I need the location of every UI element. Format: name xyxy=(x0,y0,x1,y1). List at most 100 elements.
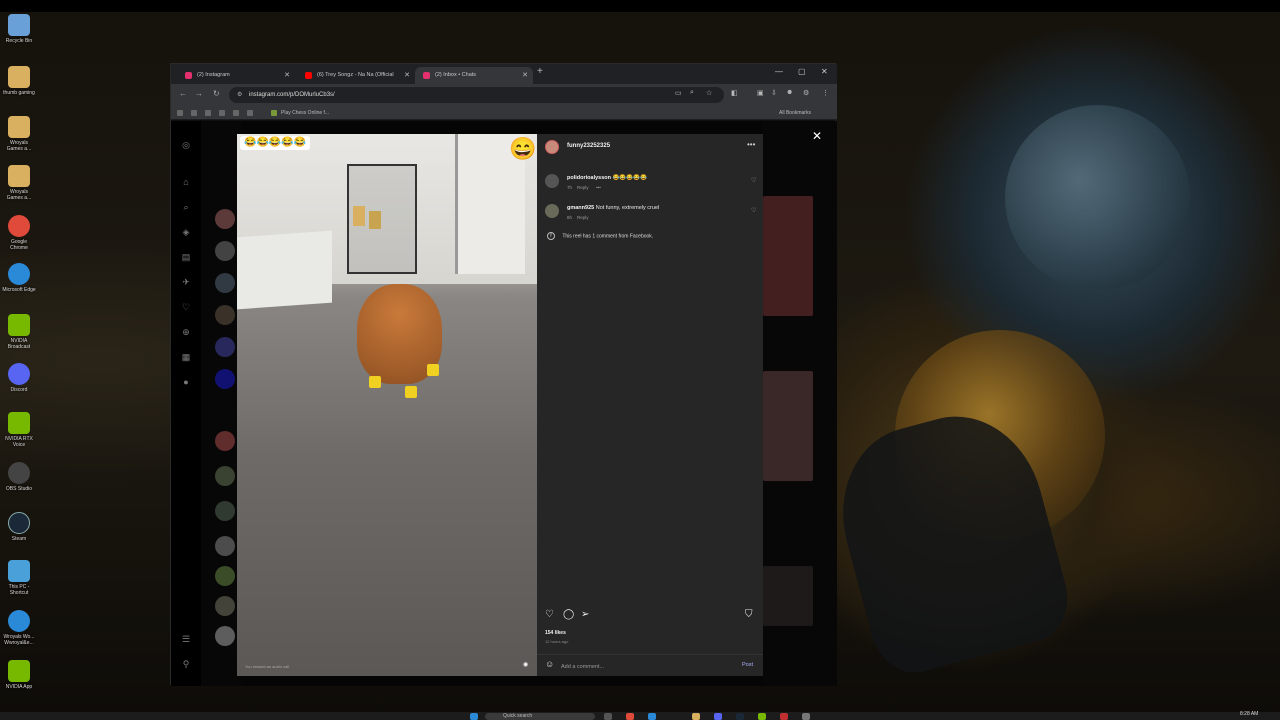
maximize-icon[interactable]: ▢ xyxy=(798,67,806,76)
emoji-icon[interactable]: ☺ xyxy=(545,659,554,669)
close-tab-icon[interactable]: ✕ xyxy=(522,67,528,84)
comment-age: 7h xyxy=(567,185,573,190)
desktop-icon-discord[interactable]: Discord xyxy=(2,363,36,393)
nvidia-taskbar-icon[interactable] xyxy=(758,713,766,720)
download-icon[interactable]: ⇩ xyxy=(771,89,777,97)
desktop-icon-folder[interactable]: Wroyals Games a... xyxy=(2,165,36,201)
tab-inbox[interactable]: (2) Inbox • Chats ✕ xyxy=(415,67,533,84)
settings-icon[interactable]: ⚙ xyxy=(803,89,809,97)
add-comment-input[interactable] xyxy=(561,662,731,672)
taskbar-search[interactable]: Quick search xyxy=(485,713,595,720)
reload-icon[interactable]: ↻ xyxy=(213,89,220,98)
audio-toggle-icon[interactable]: ◉ xyxy=(523,661,528,668)
all-bookmarks[interactable]: All Bookmarks xyxy=(779,108,811,118)
app-taskbar-icon[interactable] xyxy=(780,713,788,720)
address-bar[interactable]: ⚙ instagram.com/p/DOMurluCb3s/ xyxy=(229,87,724,103)
desktop-icon-nvidia-broadcast[interactable]: NVIDIA Broadcast xyxy=(2,314,36,350)
post-button[interactable]: Post xyxy=(742,662,753,668)
menu-kebab-icon[interactable]: ⋮ xyxy=(822,89,829,97)
browser-window: (2) Instagram ✕ (6) Trey Songz - Na Na (… xyxy=(170,63,837,686)
back-icon[interactable]: ← xyxy=(179,89,187,98)
chrome-taskbar-icon[interactable] xyxy=(626,713,634,720)
reply-button[interactable]: Reply xyxy=(577,185,589,190)
bookmark-star-icon[interactable]: ☆ xyxy=(706,89,712,97)
reply-button[interactable]: Reply xyxy=(577,215,589,220)
explorer-taskbar-icon[interactable] xyxy=(692,713,700,720)
comment-meta: 7h Reply ••• xyxy=(567,185,601,190)
desktop-icon-this-pc[interactable]: This PC - Shortcut xyxy=(2,560,36,596)
desktop-icon-nvidia-app[interactable]: NVIDIA App xyxy=(2,660,36,690)
facebook-note-text: This reel has 1 comment from Facebook. xyxy=(562,233,654,240)
likes-count[interactable]: 154 likes xyxy=(545,630,566,636)
bookmark-favicon-icon[interactable] xyxy=(177,110,183,116)
sidepanel-icon[interactable]: ▣ xyxy=(757,89,764,97)
bookmark-favicon-icon[interactable] xyxy=(219,110,225,116)
comment-item: gmann925 Not funny, extremely cruel 8h R… xyxy=(537,202,763,230)
new-tab-icon[interactable]: + xyxy=(537,66,543,77)
desktop-icon-recycle-bin[interactable]: Recycle Bin xyxy=(2,14,36,44)
tab-instagram[interactable]: (2) Instagram ✕ xyxy=(177,67,295,84)
cast-icon[interactable]: ▭ xyxy=(675,89,682,97)
desktop-icon-edge-shortcut[interactable]: Wroyals Wo... Wwroyal&e... xyxy=(2,610,36,646)
comment-text: 😂😂😂😂😂 xyxy=(612,175,647,181)
forward-icon[interactable]: → xyxy=(195,89,203,98)
taskbar xyxy=(0,712,1280,720)
desktop-icon-nvidia-rtx-voice[interactable]: NVIDIA RTX Voice xyxy=(2,412,36,448)
taskbar-clock[interactable]: 8:28 AM xyxy=(1240,711,1258,717)
comment-body: polidorioalysson 😂😂😂😂😂 xyxy=(567,175,647,181)
comment-user[interactable]: gmann925 xyxy=(567,205,594,211)
bookmark-favicon-icon[interactable] xyxy=(247,110,253,116)
avatar[interactable] xyxy=(545,174,559,188)
app-taskbar-icon[interactable] xyxy=(802,713,810,720)
desktop-icon-obs[interactable]: OBS Studio xyxy=(2,462,36,492)
more-options-icon[interactable]: ••• xyxy=(747,140,755,149)
zoom-icon[interactable]: ⌕ xyxy=(690,89,694,97)
chrome-icon xyxy=(8,215,30,237)
avatar[interactable] xyxy=(545,204,559,218)
add-comment-row: ☺ Post xyxy=(537,654,763,676)
instagram-favicon-icon xyxy=(185,72,192,79)
close-modal-icon[interactable]: ✕ xyxy=(812,129,822,143)
desktop-icon-folder[interactable]: thumb gaming xyxy=(2,66,36,96)
reel-video[interactable]: 😂😂😂😂😂 😄 You missed an audio call ◉ xyxy=(237,134,537,676)
avatar[interactable] xyxy=(545,140,559,154)
task-view-icon[interactable] xyxy=(604,713,612,720)
desktop: Recycle Bin thumb gaming Wroyals Games a… xyxy=(0,0,1280,720)
instagram-favicon-icon xyxy=(423,72,430,79)
close-tab-icon[interactable]: ✕ xyxy=(404,67,410,84)
like-icon[interactable]: ♡ xyxy=(545,609,554,620)
like-comment-icon[interactable]: ♡ xyxy=(751,207,756,214)
comment-more-button[interactable]: ••• xyxy=(596,185,601,190)
post-time: 12 hours ago xyxy=(545,639,569,644)
video-shoe xyxy=(369,376,381,388)
start-icon[interactable] xyxy=(470,713,478,720)
post-username[interactable]: funny23252325 xyxy=(567,143,610,149)
close-tab-icon[interactable]: ✕ xyxy=(284,67,290,84)
browser-toolbar: ← → ↻ ⚙ instagram.com/p/DOMurluCb3s/ ▭ ⌕… xyxy=(171,84,837,106)
comment-icon[interactable]: ◯ xyxy=(563,609,574,620)
bookmark-chess[interactable]: Play Chess Online f... xyxy=(281,108,329,118)
bookmark-favicon-icon[interactable] xyxy=(233,110,239,116)
desktop-icon-edge[interactable]: Microsoft Edge xyxy=(2,263,36,293)
bookmark-favicon-icon[interactable] xyxy=(205,110,211,116)
profile-icon[interactable]: ☻ xyxy=(786,89,793,96)
comment-body: gmann925 Not funny, extremely cruel xyxy=(567,205,659,211)
desktop-icon-folder[interactable]: Wroyals Games a... xyxy=(2,116,36,152)
site-info-icon[interactable]: ⚙ xyxy=(237,87,242,103)
video-rug xyxy=(237,230,332,310)
comment-user[interactable]: polidorioalysson xyxy=(567,175,611,181)
steam-taskbar-icon[interactable] xyxy=(736,713,744,720)
desktop-icon-chrome[interactable]: Google Chrome xyxy=(2,215,36,251)
close-window-icon[interactable]: ✕ xyxy=(821,67,828,76)
desktop-icon-steam[interactable]: Steam xyxy=(2,512,36,542)
save-icon[interactable]: ⛉ xyxy=(745,609,753,620)
tab-youtube[interactable]: (6) Trey Songz - Na Na (Official ✕ xyxy=(297,67,415,84)
bookmark-favicon-icon[interactable] xyxy=(191,110,197,116)
like-comment-icon[interactable]: ♡ xyxy=(751,177,756,184)
share-icon[interactable]: ➢ xyxy=(581,609,589,620)
minimize-icon[interactable]: — xyxy=(775,67,783,76)
extensions-icon[interactable]: ◧ xyxy=(731,89,738,97)
discord-taskbar-icon[interactable] xyxy=(714,713,722,720)
comment-item: polidorioalysson 😂😂😂😂😂 7h Reply ••• ♡ xyxy=(537,172,763,200)
edge-taskbar-icon[interactable] xyxy=(648,713,656,720)
